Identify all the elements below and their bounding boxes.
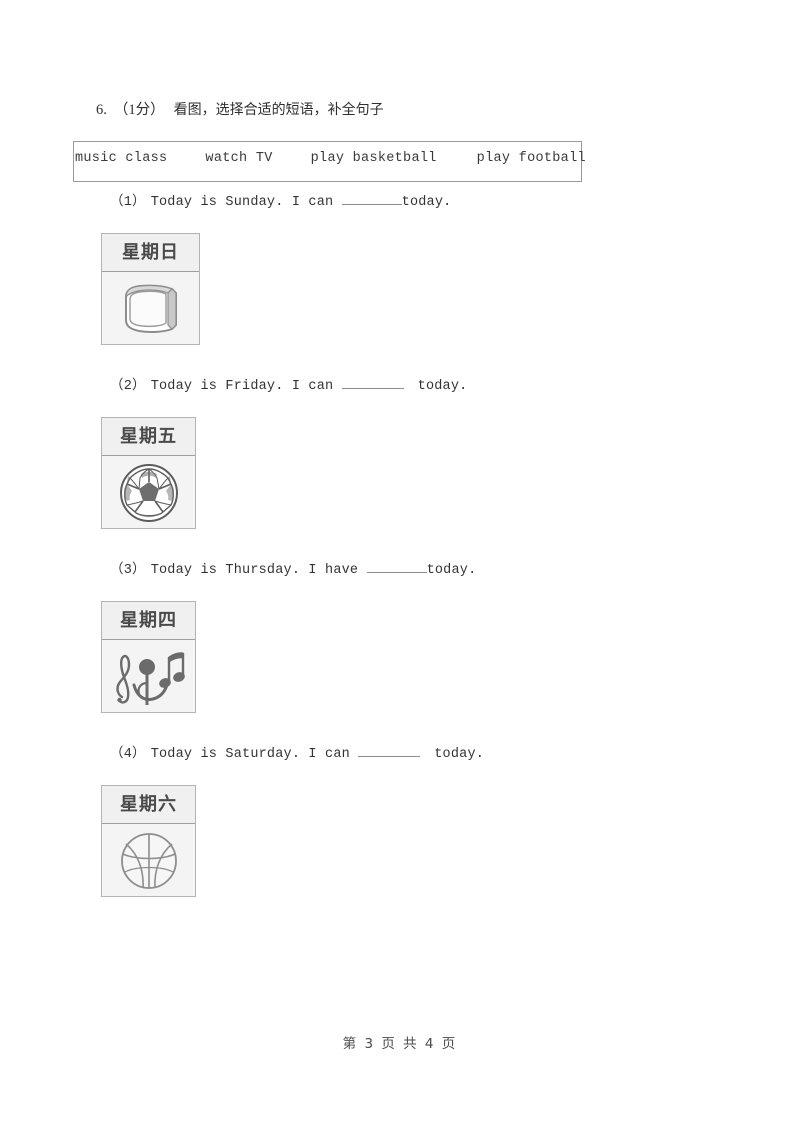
item-text-before-3: Today is Thursday. I have (150, 563, 359, 578)
page-footer: 第 3 页 共 4 页 (342, 1036, 458, 1052)
question-item-4: （4） Today is Saturday. I can today. (110, 741, 484, 762)
question-number: 6. (96, 102, 107, 118)
card-image-2 (102, 456, 195, 528)
word-bank-option-1[interactable]: music class (75, 151, 167, 166)
illustration-card-4: 星期六 (101, 785, 196, 897)
item-text-before-4: Today is Saturday. I can (150, 747, 350, 762)
item-text-before-2: Today is Friday. I can (150, 379, 334, 394)
item-label-4: （4） (110, 747, 146, 762)
question-item-3: （3） Today is Thursday. I have today. (110, 557, 476, 578)
illustration-card-2: 星期五 (101, 417, 196, 529)
word-bank-box: music class watch TV play basketball play f… (73, 141, 586, 182)
card-day-label-3: 星期四 (102, 602, 195, 640)
illustration-card-1: 星期日 (101, 233, 200, 345)
question-heading: 6. （1分） 看图，选择合适的短语，补全句子 (96, 101, 384, 120)
television-icon (118, 281, 184, 337)
card-day-label-2: 星期五 (102, 418, 195, 456)
question-item-2: （2） Today is Friday. I can today. (110, 373, 467, 394)
answer-blank-4[interactable] (358, 744, 421, 757)
card-image-1 (102, 272, 199, 344)
word-bank-option-3[interactable]: play basketball (311, 151, 437, 166)
card-image-4 (102, 824, 195, 896)
item-text-before-1: Today is Sunday. I can (150, 195, 334, 210)
item-label-2: （2） (110, 379, 146, 394)
answer-blank-2[interactable] (341, 376, 404, 389)
word-bank-options: music class watch TV play basketball play f… (75, 151, 586, 166)
card-image-3 (102, 640, 195, 712)
card-day-text-2: 星期五 (120, 425, 177, 447)
card-day-text-3: 星期四 (120, 609, 177, 631)
card-day-text-4: 星期六 (120, 793, 177, 815)
answer-blank-1[interactable] (341, 192, 402, 205)
question-item-1: （1） Today is Sunday. I can today. (110, 189, 451, 210)
answer-blank-3[interactable] (366, 560, 427, 573)
word-bank-option-2[interactable]: watch TV (205, 151, 272, 166)
item-text-after-3: today. (426, 563, 477, 578)
music-notes-icon (107, 645, 191, 709)
item-text-after-1: today. (401, 195, 452, 210)
item-text-after-4: today. (434, 747, 485, 762)
word-bank-option-4[interactable]: play football (477, 151, 586, 166)
question-prompt: 看图，选择合适的短语，补全句子 (173, 102, 384, 118)
card-day-label-4: 星期六 (102, 786, 195, 824)
item-label-1: （1） (110, 195, 146, 210)
illustration-card-3: 星期四 (101, 601, 196, 713)
worksheet-page: 6. （1分） 看图，选择合适的短语，补全句子 music class watch T… (0, 0, 800, 1132)
item-label-3: （3） (110, 563, 146, 578)
basketball-icon (118, 830, 180, 892)
card-day-text-1: 星期日 (122, 241, 179, 263)
card-day-label-1: 星期日 (102, 234, 199, 272)
question-score: （1分） (113, 102, 165, 118)
soccer-ball-icon (118, 462, 180, 524)
item-text-after-2: today. (417, 379, 468, 394)
